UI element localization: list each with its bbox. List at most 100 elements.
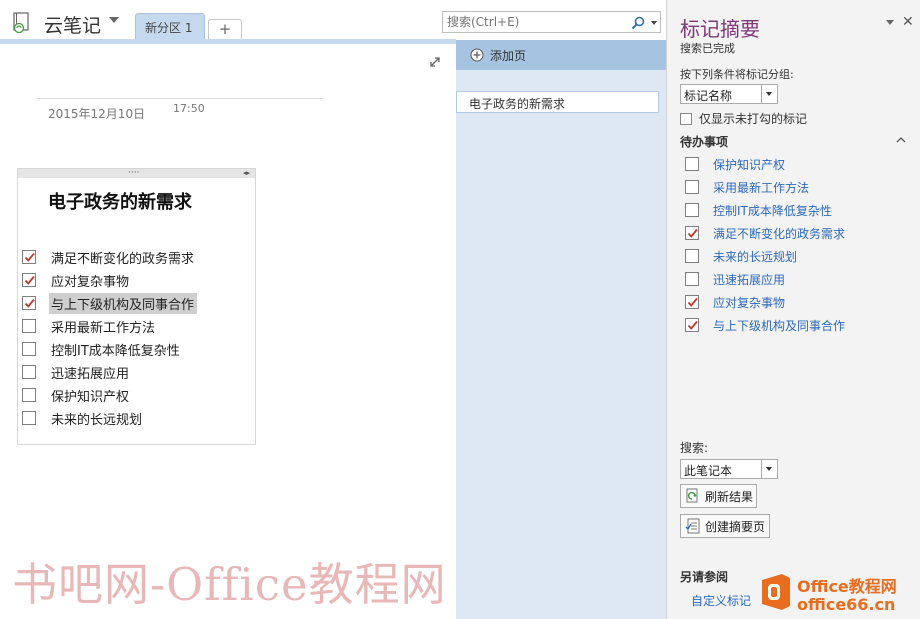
chevron-down-icon[interactable] bbox=[761, 460, 777, 478]
pane-menu-icon[interactable] bbox=[886, 20, 894, 25]
tag-summary-item[interactable]: 采用最新工作方法 bbox=[685, 178, 809, 196]
search-scope-label: 搜索: bbox=[680, 441, 709, 455]
search-input[interactable] bbox=[443, 12, 623, 32]
todo-text[interactable]: 未来的长远规划 bbox=[49, 408, 145, 429]
tag-summary-item[interactable]: 应对复杂事物 bbox=[685, 293, 785, 311]
refresh-icon bbox=[686, 488, 698, 503]
chevron-down-icon[interactable] bbox=[761, 85, 777, 103]
tag-summary-item[interactable]: 保护知识产权 bbox=[685, 155, 785, 173]
todo-text[interactable]: 迅速拓展应用 bbox=[49, 362, 132, 383]
todo-checkbox[interactable] bbox=[22, 319, 36, 333]
watermark-logo-subtext: office66.cn bbox=[797, 595, 896, 614]
tab-section-1[interactable]: 新分区 1 bbox=[135, 13, 205, 40]
group-by-select[interactable]: 标记名称 bbox=[680, 84, 778, 104]
tag-summary-link[interactable]: 与上下级机构及同事合作 bbox=[713, 317, 845, 334]
add-circle-icon bbox=[470, 48, 484, 62]
create-summary-page-button[interactable]: 创建摘要页 bbox=[680, 514, 770, 538]
close-icon[interactable]: ✕ bbox=[902, 14, 914, 30]
todo-item[interactable]: 保护知识产权 bbox=[22, 385, 132, 405]
create-summary-page-label: 创建摘要页 bbox=[705, 519, 766, 534]
refresh-results-button[interactable]: 刷新结果 bbox=[680, 484, 757, 508]
search-icon[interactable] bbox=[630, 15, 646, 31]
tag-summary-item[interactable]: 迅速拓展应用 bbox=[685, 270, 785, 288]
tag-checkbox[interactable] bbox=[685, 203, 699, 217]
notebook-title[interactable]: 云笔记 bbox=[44, 11, 101, 38]
todo-item[interactable]: 未来的长远规划 bbox=[22, 408, 145, 428]
todo-item[interactable]: 控制IT成本降低复杂性 bbox=[22, 339, 183, 359]
section-tab-underline bbox=[0, 39, 456, 44]
tag-checkbox-checked[interactable] bbox=[685, 226, 699, 240]
search-scope-select[interactable]: 此笔记本 bbox=[680, 459, 778, 479]
tag-summary-link[interactable]: 未来的长远规划 bbox=[713, 248, 797, 265]
tag-summary-link[interactable]: 控制IT成本降低复杂性 bbox=[713, 202, 832, 219]
todo-checkbox[interactable] bbox=[22, 342, 36, 356]
todo-checkbox-checked[interactable] bbox=[22, 296, 36, 310]
todo-text[interactable]: 应对复杂事物 bbox=[49, 270, 132, 291]
tag-summary-item[interactable]: 与上下级机构及同事合作 bbox=[685, 316, 845, 334]
search-scope-dropdown-icon[interactable] bbox=[651, 21, 657, 25]
todo-checkbox-checked[interactable] bbox=[22, 250, 36, 264]
tag-summary-pane: 标记摘要 ✕ 搜索已完成 按下列条件将标记分组: 标记名称 仅显示未打勾的标记 … bbox=[666, 0, 920, 619]
todo-text[interactable]: 保护知识产权 bbox=[49, 385, 132, 406]
add-section-tab[interactable]: + bbox=[208, 19, 242, 40]
tag-summary-item[interactable]: 控制IT成本降低复杂性 bbox=[685, 201, 832, 219]
todo-item[interactable]: 采用最新工作方法 bbox=[22, 316, 158, 336]
page-date: 2015年12月10日 bbox=[48, 107, 146, 121]
expand-icon[interactable] bbox=[428, 55, 442, 69]
todo-checkbox[interactable] bbox=[22, 411, 36, 425]
add-page-label: 添加页 bbox=[490, 49, 527, 63]
todo-checkbox[interactable] bbox=[22, 365, 36, 379]
add-page-button[interactable]: 添加页 bbox=[456, 40, 666, 70]
todo-text[interactable]: 采用最新工作方法 bbox=[49, 316, 158, 337]
tag-checkbox[interactable] bbox=[685, 272, 699, 286]
summary-page-icon bbox=[685, 518, 700, 534]
notebook-sync-icon[interactable] bbox=[11, 12, 33, 34]
drag-grip-icon[interactable]: ···· bbox=[128, 169, 139, 178]
todo-item[interactable]: 满足不断变化的政务需求 bbox=[22, 247, 197, 267]
todo-text[interactable]: 控制IT成本降低复杂性 bbox=[49, 339, 183, 360]
note-container-handle[interactable]: ···· ◂▸ bbox=[18, 169, 255, 178]
show-unchecked-label: 仅显示未打勾的标记 bbox=[699, 112, 808, 126]
search-scope-value: 此笔记本 bbox=[684, 464, 733, 478]
tag-summary-item[interactable]: 未来的长远规划 bbox=[685, 247, 797, 265]
note-container[interactable]: ···· ◂▸ 电子政务的新需求 满足不断变化的政务需求 应对复杂事物 与上下级机构… bbox=[17, 168, 256, 445]
custom-tags-link[interactable]: 自定义标记 bbox=[691, 592, 751, 609]
notebook-dropdown-icon[interactable] bbox=[109, 17, 119, 23]
tag-checkbox-checked[interactable] bbox=[685, 318, 699, 332]
title-bar: 云笔记 新分区 1 + bbox=[0, 0, 666, 40]
todo-text[interactable]: 满足不断变化的政务需求 bbox=[49, 247, 197, 268]
refresh-results-label: 刷新结果 bbox=[705, 489, 754, 504]
todo-checkbox-checked[interactable] bbox=[22, 273, 36, 287]
tag-checkbox-checked[interactable] bbox=[685, 295, 699, 309]
resize-handle-icon[interactable]: ◂▸ bbox=[243, 169, 250, 178]
show-unchecked-checkbox[interactable] bbox=[680, 112, 692, 125]
tag-group-header[interactable]: 待办事项 bbox=[680, 133, 728, 150]
page-list-item[interactable]: 电子政务的新需求 bbox=[456, 91, 659, 113]
see-also-heading: 另请参阅 bbox=[680, 570, 729, 584]
show-unchecked-option[interactable]: 仅显示未打勾的标记 bbox=[680, 110, 807, 127]
office-logo-icon bbox=[762, 574, 790, 610]
search-box bbox=[442, 11, 661, 33]
tag-checkbox[interactable] bbox=[685, 157, 699, 171]
tag-summary-link[interactable]: 采用最新工作方法 bbox=[713, 179, 809, 196]
watermark-text: 书吧网-Office教程网 bbox=[12, 558, 447, 611]
todo-checkbox[interactable] bbox=[22, 388, 36, 402]
tag-summary-link[interactable]: 迅速拓展应用 bbox=[713, 271, 785, 288]
todo-item[interactable]: 迅速拓展应用 bbox=[22, 362, 132, 382]
tag-summary-link[interactable]: 应对复杂事物 bbox=[713, 294, 785, 311]
watermark-logo-text: Office教程网 bbox=[797, 577, 897, 596]
tag-summary-link[interactable]: 满足不断变化的政务需求 bbox=[713, 225, 845, 242]
collapse-chevron-icon[interactable] bbox=[896, 136, 906, 143]
tag-checkbox[interactable] bbox=[685, 180, 699, 194]
note-title[interactable]: 电子政务的新需求 bbox=[48, 188, 192, 214]
tag-summary-link[interactable]: 保护知识产权 bbox=[713, 156, 785, 173]
page-title-underline bbox=[37, 98, 323, 99]
tag-summary-item[interactable]: 满足不断变化的政务需求 bbox=[685, 224, 845, 242]
group-by-label: 按下列条件将标记分组: bbox=[680, 68, 794, 81]
search-status: 搜索已完成 bbox=[680, 42, 735, 55]
todo-item[interactable]: 应对复杂事物 bbox=[22, 270, 132, 290]
tag-checkbox[interactable] bbox=[685, 249, 699, 263]
todo-item[interactable]: 与上下级机构及同事合作 bbox=[22, 292, 198, 314]
todo-text[interactable]: 与上下级机构及同事合作 bbox=[49, 292, 198, 314]
group-by-value: 标记名称 bbox=[684, 89, 733, 103]
